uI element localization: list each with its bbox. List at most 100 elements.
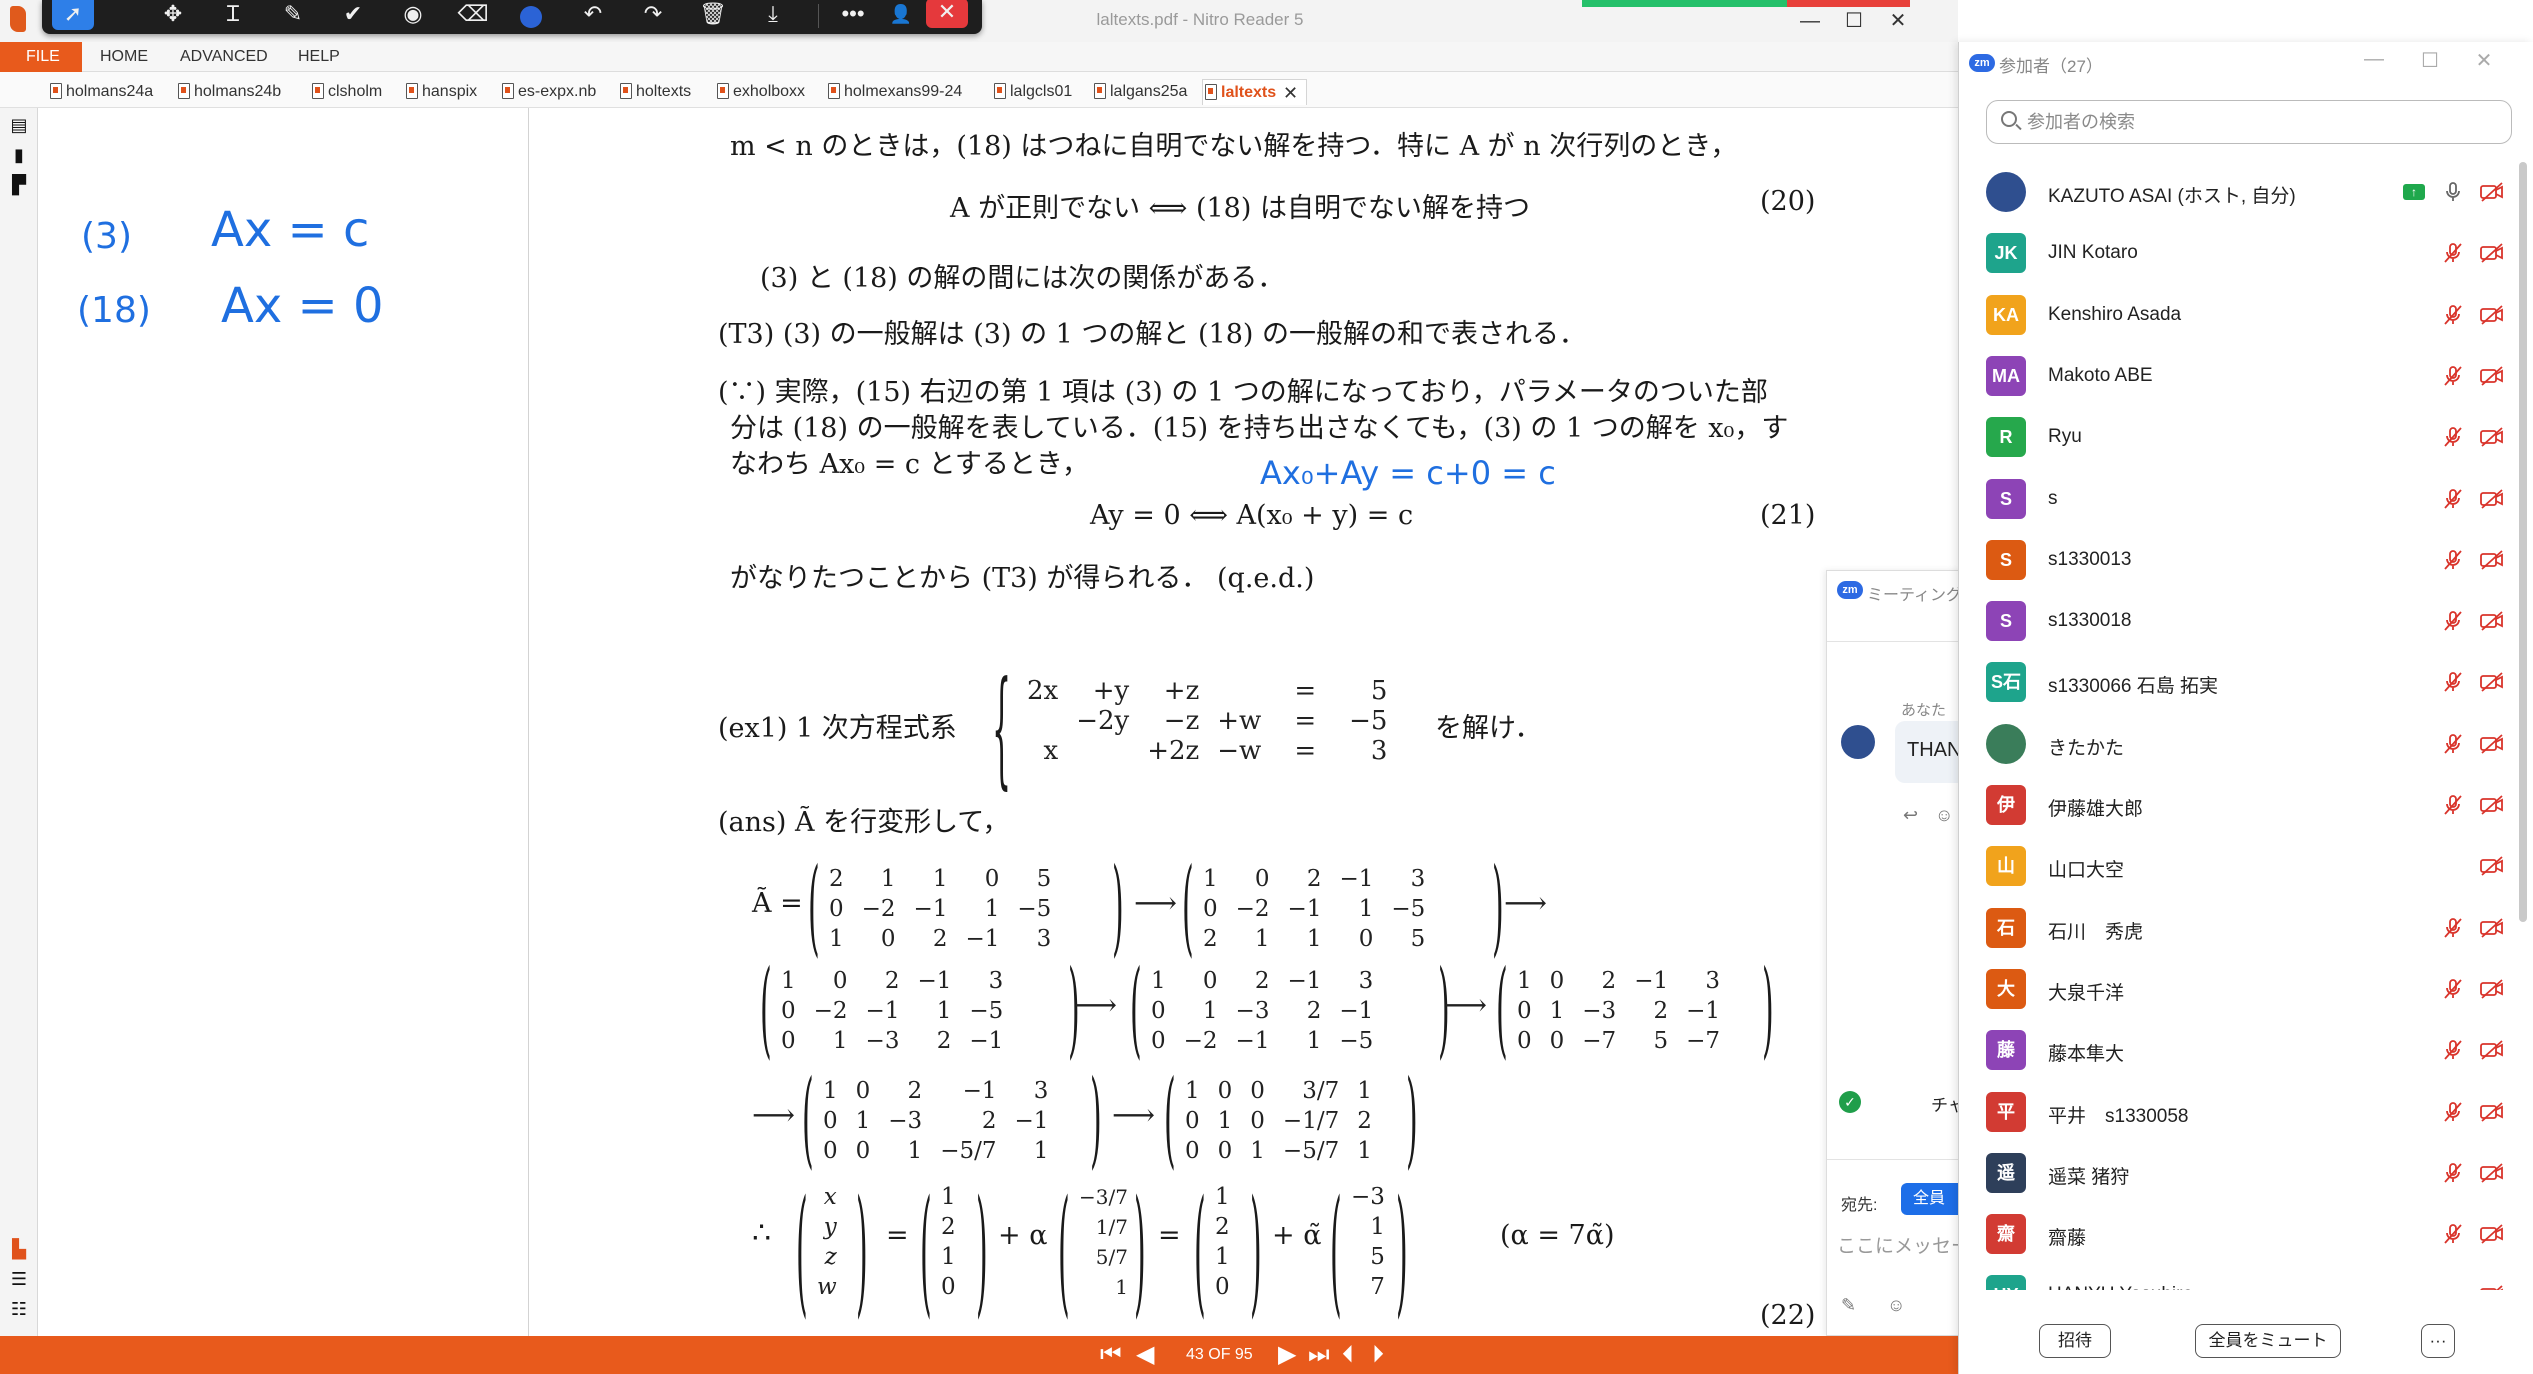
participant-row[interactable]: 平平井 s1330058	[1959, 1080, 2514, 1142]
maximize-button[interactable]: ☐	[1834, 4, 1874, 38]
participant-row[interactable]: KA Kenshiro Asada	[1959, 283, 2514, 345]
minimize-panel-button[interactable]: —	[2359, 48, 2389, 71]
layers-icon[interactable]: ▛	[8, 174, 30, 196]
doc-tab[interactable]: clsholm	[310, 79, 382, 105]
stamp-icon[interactable]: ◉	[392, 0, 434, 30]
camera-off-icon[interactable]	[2479, 854, 2505, 878]
mute-all-button[interactable]: 全員をミュート	[2195, 1324, 2341, 1358]
microphone-muted-icon[interactable]	[2441, 364, 2465, 388]
microphone-muted-icon[interactable]	[2441, 916, 2465, 940]
participant-row[interactable]: 大大泉千洋	[1959, 957, 2514, 1019]
comments-icon[interactable]: ▙	[8, 1238, 30, 1260]
camera-off-icon[interactable]	[2479, 793, 2505, 817]
color-dot-icon[interactable]	[520, 6, 542, 28]
participant-row[interactable]: MA Makoto ABE	[1959, 344, 2514, 406]
doc-tab[interactable]: lalgcls01	[992, 79, 1072, 105]
next-page-icon[interactable]: ▶	[1278, 1342, 1296, 1368]
download-icon[interactable]: ⤓	[752, 0, 794, 30]
microphone-muted-icon[interactable]	[2441, 732, 2465, 756]
search-input[interactable]	[2027, 109, 2497, 135]
camera-off-icon[interactable]	[2479, 487, 2505, 511]
camera-off-icon[interactable]	[2479, 1161, 2505, 1185]
camera-off-icon[interactable]	[2479, 303, 2505, 327]
participant-row[interactable]: 遥遥菜 猪狩	[1959, 1141, 2514, 1203]
doc-tab-active[interactable]: laltexts ✕	[1202, 79, 1308, 106]
microphone-muted-icon[interactable]	[2441, 670, 2465, 694]
checkmark-icon[interactable]: ✔	[332, 0, 374, 30]
camera-off-icon[interactable]	[2479, 180, 2505, 204]
microphone-muted-icon[interactable]	[2441, 793, 2465, 817]
minimize-button[interactable]: —	[1790, 4, 1830, 38]
camera-off-icon[interactable]	[2479, 1100, 2505, 1124]
last-page-icon[interactable]: ⏭	[1308, 1342, 1330, 1368]
microphone-muted-icon[interactable]	[2441, 1222, 2465, 1246]
doc-tab[interactable]: holmexans99-24	[826, 79, 962, 105]
doc-tab[interactable]: holmans24b	[176, 79, 281, 105]
doc-tab[interactable]: es-expx.nb	[500, 79, 596, 105]
back-icon[interactable]: ⏴	[1342, 1342, 1354, 1368]
participant-row[interactable]: Ss1330013	[1959, 528, 2514, 590]
microphone-muted-icon[interactable]	[2441, 1100, 2465, 1124]
camera-off-icon[interactable]	[2479, 609, 2505, 633]
microphone-muted-icon[interactable]	[2441, 303, 2465, 327]
select-arrow-icon[interactable]: ➚	[52, 0, 94, 30]
participant-row[interactable]: S石 s1330066 石島 拓実	[1959, 650, 2514, 712]
redo-icon[interactable]: ↷	[632, 0, 674, 30]
microphone-muted-icon[interactable]	[2441, 548, 2465, 572]
microphone-muted-icon[interactable]	[2441, 1038, 2465, 1062]
camera-off-icon[interactable]	[2479, 1222, 2505, 1246]
reply-icon[interactable]: ↩	[1903, 805, 1918, 826]
doc-tab[interactable]: holtexts	[618, 79, 691, 105]
emoji-icon[interactable]: ☺	[1935, 805, 1953, 826]
doc-tab[interactable]: holmans24a	[48, 79, 153, 105]
participant-row[interactable]: 石石川 秀虎	[1959, 896, 2514, 958]
pages-icon[interactable]: ▤	[8, 114, 30, 136]
microphone-muted-icon[interactable]	[2441, 1161, 2465, 1185]
camera-off-icon[interactable]	[2479, 364, 2505, 388]
participant-row[interactable]: 藤藤本隼大	[1959, 1018, 2514, 1080]
doc-tab[interactable]: exholboxx	[715, 79, 805, 105]
camera-off-icon[interactable]	[2479, 977, 2505, 1001]
trash-icon[interactable]: 🗑	[692, 0, 734, 30]
close-icon[interactable]: ✕	[926, 0, 968, 28]
participant-row[interactable]: HY HANYU Yasuhiro	[1959, 1263, 2514, 1290]
undo-icon[interactable]: ↶	[572, 0, 614, 30]
participant-row[interactable]: KAZUTO ASAI (ホスト, 自分) ↑	[1959, 160, 2514, 222]
text-cursor-icon[interactable]: Ɪ	[212, 0, 254, 30]
pen-icon[interactable]: ✎	[272, 0, 314, 30]
microphone-muted-icon[interactable]	[2441, 425, 2465, 449]
close-tab-icon[interactable]: ✕	[1283, 80, 1298, 106]
menu-help[interactable]: HELP	[298, 42, 340, 72]
microphone-muted-icon[interactable]	[2441, 241, 2465, 265]
maximize-panel-button[interactable]: ☐	[2415, 48, 2445, 73]
outline-icon[interactable]: ☰	[8, 1268, 30, 1290]
microphone-icon[interactable]	[2441, 180, 2465, 204]
camera-off-icon[interactable]	[2479, 916, 2505, 940]
doc-tab[interactable]: hanspix	[404, 79, 477, 105]
participant-row[interactable]: 伊 伊藤雄大郎	[1959, 773, 2514, 835]
camera-off-icon[interactable]	[2479, 732, 2505, 756]
close-window-button[interactable]: ✕	[1878, 4, 1918, 38]
microphone-muted-icon[interactable]	[2441, 977, 2465, 1001]
user-settings-icon[interactable]: 👤	[880, 0, 922, 30]
emoji-icon[interactable]: ☺	[1887, 1295, 1905, 1316]
prev-page-icon[interactable]: ◀	[1136, 1342, 1154, 1368]
participant-search[interactable]	[1986, 100, 2512, 144]
bookmark-icon[interactable]: ▮	[8, 144, 30, 166]
microphone-muted-icon[interactable]	[2441, 609, 2465, 633]
menu-home[interactable]: HOME	[100, 42, 148, 72]
close-panel-button[interactable]: ✕	[2469, 48, 2499, 73]
camera-off-icon[interactable]	[2479, 548, 2505, 572]
participant-row[interactable]: 齋齋藤	[1959, 1202, 2514, 1264]
eraser-icon[interactable]: ⌫	[452, 0, 494, 30]
chat-input[interactable]: ここにメッセー	[1837, 1231, 1970, 1258]
list-icon[interactable]: ☷	[8, 1298, 30, 1320]
scrollbar[interactable]	[2519, 162, 2527, 922]
participant-row[interactable]: Ss1330018	[1959, 589, 2514, 651]
menu-advanced[interactable]: ADVANCED	[180, 42, 268, 72]
more-options-button[interactable]: ···	[2421, 1324, 2455, 1358]
camera-off-icon[interactable]	[2479, 670, 2505, 694]
page-indicator[interactable]: 43 OF 95	[1186, 1346, 1253, 1364]
camera-off-icon[interactable]	[2479, 1038, 2505, 1062]
forward-icon[interactable]: ⏵	[1372, 1342, 1384, 1368]
